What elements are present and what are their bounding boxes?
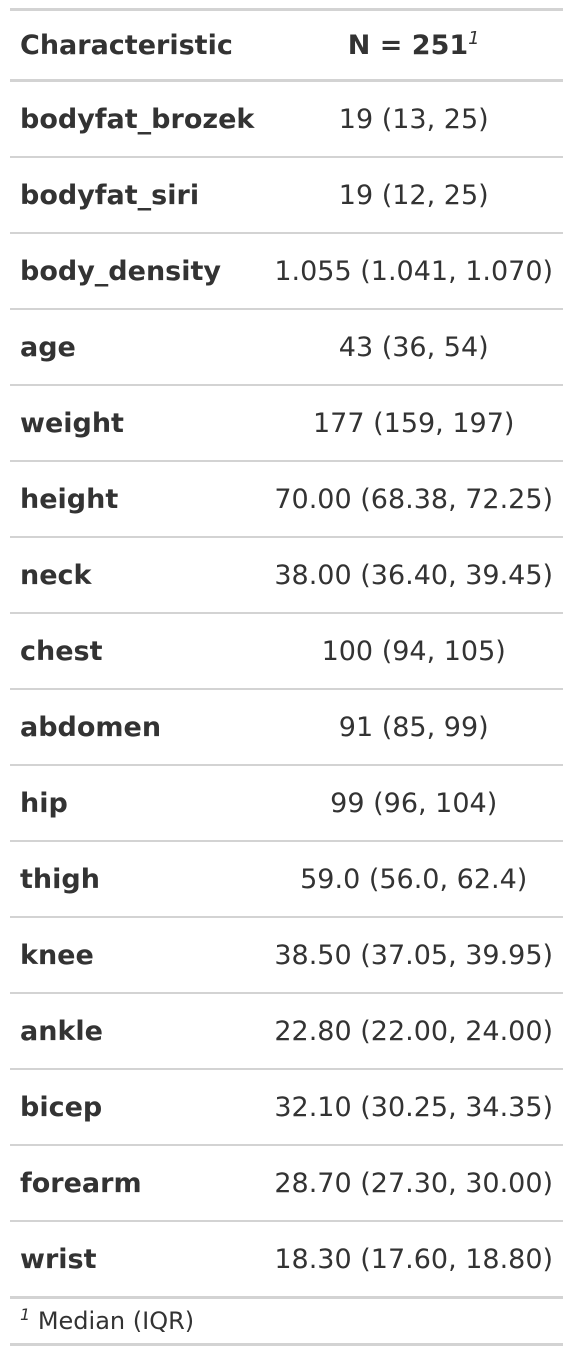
n-header-label: N = 251 — [347, 29, 469, 61]
characteristic-header-label: Characteristic — [20, 29, 233, 61]
row-value: 59.0 (56.0, 62.4) — [264, 840, 564, 917]
row-label: chest — [10, 612, 265, 689]
table-row: hip 99 (96, 104) — [10, 764, 564, 841]
row-value: 43 (36, 54) — [264, 308, 564, 385]
row-value: 28.70 (27.30, 30.00) — [264, 1144, 564, 1221]
row-label: weight — [10, 384, 265, 461]
row-label: wrist — [10, 1220, 265, 1298]
footnote-row: 1 Median (IQR) — [10, 1296, 564, 1345]
row-label: thigh — [10, 840, 265, 917]
table-row: bodyfat_siri 19 (12, 25) — [10, 156, 564, 233]
header-row: Characteristic N = 2511 — [10, 9, 564, 82]
footnote-marker: 1 — [20, 1305, 31, 1324]
table-body: bodyfat_brozek 19 (13, 25) bodyfat_siri 19… — [10, 81, 564, 1298]
row-label: body_density — [10, 232, 265, 309]
header-footnote-marker: 1 — [468, 27, 480, 49]
row-value: 19 (12, 25) — [264, 156, 564, 233]
table-row: wrist 18.30 (17.60, 18.80) — [10, 1220, 564, 1298]
row-label: bodyfat_brozek — [20, 103, 255, 135]
row-label: ankle — [10, 992, 265, 1069]
table-row: body_density 1.055 (1.041, 1.070) — [10, 232, 564, 309]
table-row: bicep 32.10 (30.25, 34.35) — [10, 1068, 564, 1145]
row-value: 99 (96, 104) — [264, 764, 564, 841]
footnote: 1 Median (IQR) — [10, 1296, 564, 1345]
characteristic-column-header: Characteristic — [10, 9, 265, 82]
row-value: 18.30 (17.60, 18.80) — [264, 1220, 564, 1298]
row-label: knee — [10, 916, 265, 993]
table-row: ankle 22.80 (22.00, 24.00) — [10, 992, 564, 1069]
n-column-header: N = 2511 — [264, 9, 564, 82]
table-row: abdomen 91 (85, 99) — [10, 688, 564, 765]
row-label: height — [10, 460, 265, 537]
table-header: Characteristic N = 2511 — [10, 9, 564, 82]
row-value: 22.80 (22.00, 24.00) — [264, 992, 564, 1069]
summary-table: Characteristic N = 2511 bodyfat_brozek 19… — [10, 8, 564, 1346]
table-row: thigh 59.0 (56.0, 62.4) — [10, 840, 564, 917]
row-label: forearm — [10, 1144, 265, 1221]
row-value: 32.10 (30.25, 34.35) — [264, 1068, 564, 1145]
row-label: age — [10, 308, 265, 385]
row-value: 19 (13, 25) — [338, 103, 489, 135]
summary-table-container: Characteristic N = 2511 bodyfat_brozek 19… — [10, 8, 564, 1346]
table-row: chest 100 (94, 105) — [10, 612, 564, 689]
row-label: abdomen — [10, 688, 265, 765]
row-value: 177 (159, 197) — [264, 384, 564, 461]
row-value: 100 (94, 105) — [264, 612, 564, 689]
table-row: bodyfat_brozek 19 (13, 25) — [10, 81, 563, 158]
table-row: knee 38.50 (37.05, 39.95) — [10, 916, 564, 993]
table-row: age 43 (36, 54) — [10, 308, 564, 385]
row-value: 38.00 (36.40, 39.45) — [264, 536, 564, 613]
table-row: forearm 28.70 (27.30, 30.00) — [10, 1144, 564, 1221]
row-label: neck — [10, 536, 265, 613]
table-footer: 1 Median (IQR) — [10, 1296, 564, 1345]
table-row: height 70.00 (68.38, 72.25) — [10, 460, 564, 537]
row-value: 91 (85, 99) — [264, 688, 564, 765]
row-value: 70.00 (68.38, 72.25) — [264, 460, 564, 537]
row-label: hip — [10, 764, 265, 841]
row-value: 38.50 (37.05, 39.95) — [264, 916, 564, 993]
table-row: weight 177 (159, 197) — [10, 384, 564, 461]
footnote-text: Median (IQR) — [37, 1307, 195, 1335]
table-row: neck 38.00 (36.40, 39.45) — [10, 536, 564, 613]
row-label: bodyfat_siri — [10, 156, 265, 233]
row-label: bicep — [10, 1068, 265, 1145]
row-value: 1.055 (1.041, 1.070) — [264, 232, 564, 309]
